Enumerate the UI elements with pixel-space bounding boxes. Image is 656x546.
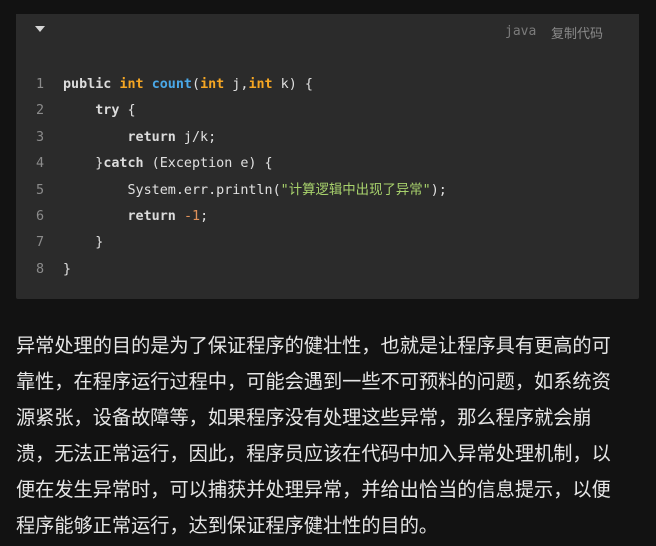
explanation-paragraph: 异常处理的目的是为了保证程序的健壮性，也就是让程序具有更高的可 靠性，在程序运行过… [16,328,642,544]
line-code: System.err.println("计算逻辑中出现了异常"); [63,178,447,204]
code-token: int [248,77,273,92]
code-line: 3 return j/k; [16,125,639,151]
line-number: 3 [35,129,44,145]
paragraph-line: 源紧张，设备故障等，如果程序没有处理这些异常，那么程序就会崩 [16,406,592,429]
code-token: public [63,77,120,92]
paragraph-line: 异常处理的目的是为了保证程序的健壮性，也就是让程序具有更高的可 [16,334,611,357]
line-number: 1 [35,77,44,92]
code-token: int [119,77,152,92]
line-code: } [63,230,103,256]
code-token: System.err.println( [63,182,281,198]
paragraph-line: 溃，无法正常运行，因此，程序员应该在代码中加入异常处理机制，以 [16,442,611,465]
code-token: { [119,103,136,119]
code-token: ; [200,208,209,224]
code-line: 4 }catch (Exception e) { [16,151,639,177]
code-token: "计算逻辑中出现了异常" [280,182,431,198]
line-code: try { [63,98,136,124]
code-token: ); [430,182,447,198]
line-number: 4 [35,156,44,172]
code-token: int [200,77,225,92]
code-token: try [95,103,120,119]
code-token: -1 [183,208,201,224]
code-token: count [151,77,192,92]
line-code: return j/k; [63,125,217,151]
code-token: return [127,208,176,224]
line-code: }catch (Exception e) { [63,151,273,177]
code-token: j/k; [175,129,217,145]
line-number: 2 [35,103,44,119]
code-block-header: java 复制代码 [16,14,639,48]
code-block: java 复制代码 1 public int count(int j,int k)… [16,14,639,299]
line-code: public int count(int j,int k) { [63,72,313,98]
code-line: 7 } [16,230,639,256]
code-line: 1 public int count(int j,int k) { [16,72,639,98]
code-line: 2 try { [16,98,639,124]
collapse-triangle-icon[interactable] [35,26,45,32]
copy-code-button[interactable]: 复制代码 [551,23,603,42]
line-number: 5 [35,182,44,198]
paragraph-line: 程序能够正常运行，达到保证程序健壮性的目的。 [16,514,439,537]
line-number: 7 [35,235,44,251]
code-body: 1 public int count(int j,int k) {2 try {3… [16,72,639,283]
code-line: 6 return -1; [16,204,639,230]
line-number: 6 [35,208,44,224]
code-token: return [127,129,176,145]
code-token: k) { [272,77,313,92]
line-code: } [63,257,71,283]
code-token: } [63,261,72,277]
code-token: (Exception e) { [143,156,273,172]
code-token: j, [224,77,249,92]
paragraph-line: 靠性，在程序运行过程中，可能会遇到一些不可预料的问题，如系统资 [16,370,611,393]
line-code: return -1; [63,204,209,230]
code-line: 5 System.err.println("计算逻辑中出现了异常"); [16,178,639,204]
line-number: 8 [35,261,44,277]
code-language-label: java [505,24,537,39]
code-token: ( [192,77,201,92]
code-token: } [63,156,104,172]
paragraph-line: 便在发生异常时，可以捕获并处理异常，并给出恰当的信息提示，以便 [16,478,611,501]
code-line: 8} [16,257,639,283]
code-token: catch [103,156,144,172]
code-token: } [63,235,104,251]
